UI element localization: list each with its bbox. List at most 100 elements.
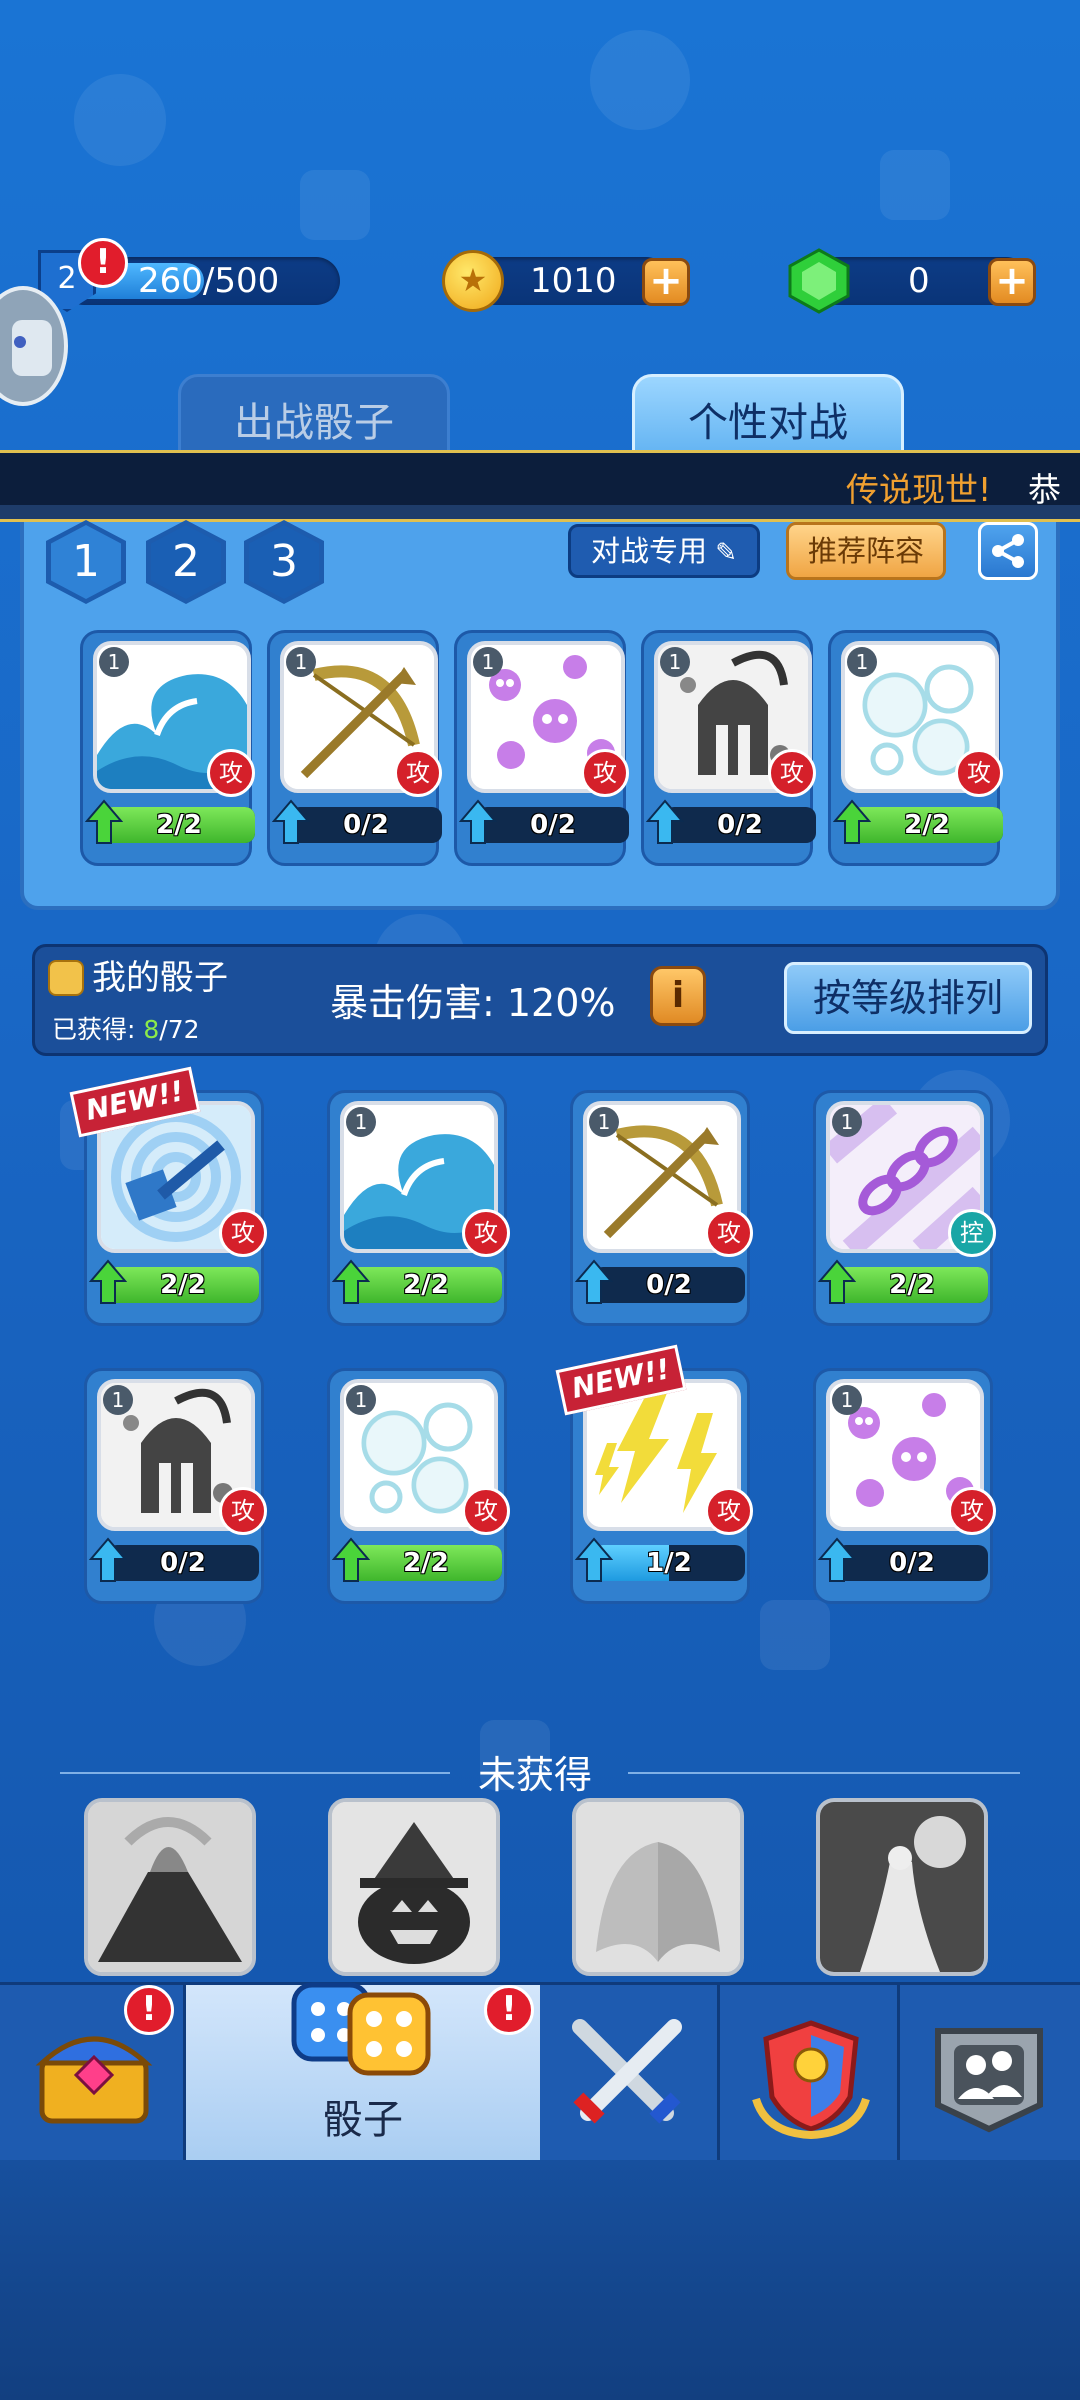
progress-text: 0/2 (343, 810, 389, 840)
collection-dice-card[interactable]: 1 攻 2/2 (327, 1090, 510, 1326)
coin-count: 1010 (530, 261, 617, 301)
dice-progress-bar: 0/2 (107, 1545, 259, 1581)
nav-clan[interactable] (720, 1985, 900, 2163)
dice-progress-bar: 1/2 (593, 1545, 745, 1581)
dice-level: 1 (660, 647, 690, 677)
crossed-swords-icon (572, 2019, 682, 2124)
dice-type-tag: 攻 (705, 1209, 753, 1257)
dice-icon (291, 1982, 431, 2076)
dice-type-tag: 攻 (462, 1487, 510, 1535)
deck-dice-card[interactable]: 1 攻 0/2 (454, 630, 629, 866)
unowned-dice-card[interactable] (572, 1798, 744, 1976)
dice-type-tag: 攻 (219, 1487, 267, 1535)
dice-progress-bar: 0/2 (593, 1267, 745, 1303)
deck-dice-card[interactable]: 1 攻 2/2 (828, 630, 1003, 866)
progress-text: 1/2 (646, 1548, 692, 1578)
deck-dice-card[interactable]: 1 攻 0/2 (641, 630, 816, 866)
pumpkin-witch-icon (332, 1802, 496, 1972)
dice-progress-bar: 2/2 (836, 1267, 988, 1303)
dice-level: 1 (286, 647, 316, 677)
treasure-chest-icon (35, 2036, 153, 2124)
collection-dice-card[interactable]: NEW!! 攻 1/2 (555, 1344, 753, 1604)
collection-dice-card[interactable]: 1 攻 0/2 (813, 1368, 996, 1604)
battle-only-label: 对战专用 (590, 534, 707, 568)
upgrade-arrow-icon (575, 1537, 613, 1582)
dice-progress-bar: 0/2 (290, 807, 442, 843)
unowned-dice-card[interactable] (328, 1798, 500, 1976)
crit-damage-text: 暴击伤害: 120% (330, 981, 616, 1025)
progress-text: 2/2 (889, 1270, 935, 1300)
progress-text: 0/2 (889, 1548, 935, 1578)
angel-wings-icon (576, 1802, 740, 1972)
friends-icon (935, 2028, 1043, 2133)
nav-friends[interactable] (900, 1985, 1080, 2163)
gem-icon (788, 248, 850, 314)
recommend-lineup-button[interactable]: 推荐阵容 (786, 522, 946, 580)
unowned-dice-card[interactable] (84, 1798, 256, 1976)
dice-type-tag: 攻 (955, 749, 1003, 797)
dice-level: 1 (832, 1385, 862, 1415)
collection-dice-card[interactable]: 1 攻 0/2 (570, 1090, 753, 1326)
upgrade-arrow-icon (332, 1537, 370, 1582)
dice-level: 1 (99, 647, 129, 677)
owned-count: 已获得: 8/72 (52, 1015, 200, 1044)
collection-dice-card[interactable]: 1 控 2/2 (813, 1090, 996, 1326)
progress-text: 0/2 (646, 1270, 692, 1300)
dice-type-tag: 控 (948, 1209, 996, 1257)
dice-alert-badge: ! (484, 1985, 534, 2035)
add-coins-button[interactable]: + (642, 258, 690, 306)
collection-title: 我的骰子 (92, 958, 228, 998)
upgrade-arrow-icon (85, 799, 123, 844)
upgrade-arrow-icon (818, 1537, 856, 1582)
upgrade-arrow-icon (575, 1259, 613, 1304)
upgrade-arrow-icon (459, 799, 497, 844)
dice-type-tag: 攻 (207, 749, 255, 797)
info-icon: i (671, 975, 685, 1016)
dice-progress-bar: 2/2 (350, 1545, 502, 1581)
gem-count: 0 (908, 261, 930, 301)
dice-type-tag: 攻 (219, 1209, 267, 1257)
progress-text: 2/2 (160, 1270, 206, 1300)
dice-level: 1 (346, 1385, 376, 1415)
collection-dice-card[interactable]: NEW!! 攻 2/2 (69, 1066, 267, 1326)
progress-text: 2/2 (403, 1548, 449, 1578)
bottom-safe-area (0, 2160, 1080, 2400)
coin-icon: ★ (442, 250, 504, 312)
goddess-icon (820, 1802, 984, 1972)
dice-progress-bar: 0/2 (664, 807, 816, 843)
progress-text: 0/2 (530, 810, 576, 840)
dice-progress-bar: 0/2 (477, 807, 629, 843)
dice-progress-bar: 0/2 (836, 1545, 988, 1581)
collection-dice-card[interactable]: 1 攻 2/2 (327, 1368, 510, 1604)
news-ticker: 传说现世! 恭喜 (0, 450, 1080, 522)
add-gems-button[interactable]: + (988, 258, 1036, 306)
dice-progress-bar: 2/2 (107, 1267, 259, 1303)
share-button[interactable] (978, 522, 1038, 580)
deck-dice-card[interactable]: 1 攻 0/2 (267, 630, 442, 866)
dice-type-tag: 攻 (581, 749, 629, 797)
battle-only-button[interactable]: 对战专用 ✎ (568, 524, 760, 578)
dice-level: 1 (103, 1385, 133, 1415)
unowned-dice-card[interactable] (816, 1798, 988, 1976)
nav-battle[interactable] (540, 1985, 720, 2163)
nav-dice[interactable]: 骰子 ! (186, 1982, 540, 2163)
volcano-icon (88, 1802, 252, 1972)
bottom-nav: ! 骰子 ! (0, 1982, 1080, 2163)
dice-progress-bar: 2/2 (103, 807, 255, 843)
dice-level: 1 (346, 1107, 376, 1137)
collection-dice-card[interactable]: 1 攻 0/2 (84, 1368, 267, 1604)
upgrade-arrow-icon (272, 799, 310, 844)
nav-shop[interactable]: ! (0, 1985, 186, 2163)
dice-level: 1 (589, 1107, 619, 1137)
dice-type-tag: 攻 (462, 1209, 510, 1257)
progress-text: 0/2 (717, 810, 763, 840)
info-button[interactable]: i (650, 966, 706, 1026)
sort-by-level-button[interactable]: 按等级排列 (784, 962, 1032, 1034)
dice-progress-bar: 2/2 (851, 807, 1003, 843)
tab-battle-dice-label: 出战骰子 (234, 400, 394, 446)
dice-level: 1 (832, 1107, 862, 1137)
deck-dice-card[interactable]: 1 攻 2/2 (80, 630, 255, 866)
dice-type-tag: 攻 (768, 749, 816, 797)
ticker-highlight: 传说现世! (846, 470, 992, 509)
divider-right (628, 1772, 1020, 1774)
